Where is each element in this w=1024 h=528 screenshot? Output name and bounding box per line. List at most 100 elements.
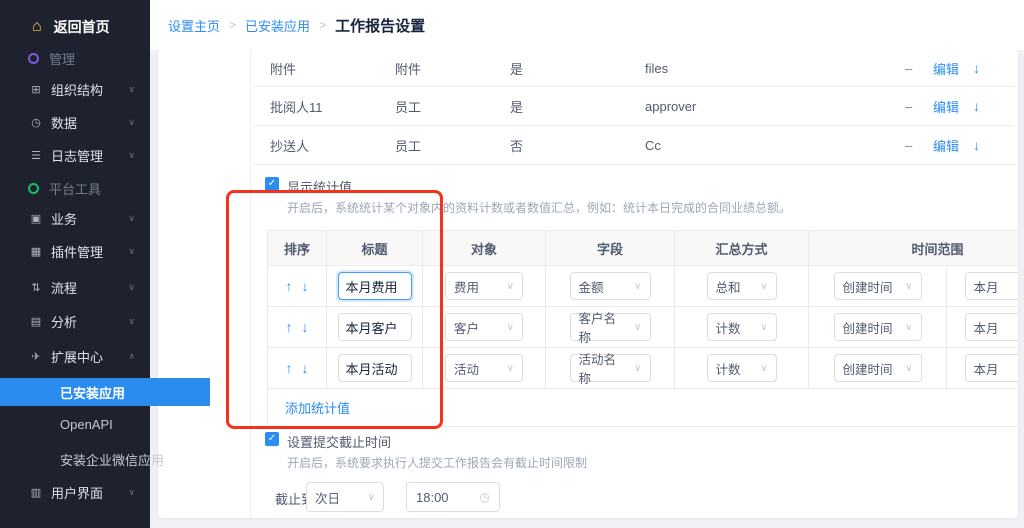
select-value: 次日 [315, 488, 340, 507]
header-summary: 汇总方式 [674, 231, 808, 265]
move-up-icon[interactable]: ↑ [286, 360, 293, 376]
sidebar-item-label: 流程 [51, 278, 77, 297]
stat-title-input[interactable] [338, 354, 412, 382]
show-stats-checkbox[interactable]: ✓ [265, 177, 279, 191]
header-sort: 排序 [268, 231, 326, 265]
stat-title-input[interactable] [338, 272, 412, 300]
sidebar-item-label: 数据 [51, 113, 77, 132]
chevron-down-icon: ∨ [507, 281, 514, 292]
field-select[interactable]: 客户名称 ∨ [570, 313, 651, 341]
stats-row: ↑ ↓ 费用 ∨ 金额 ∨ 总和 ∨ 创建时间 ∨ 本 [268, 265, 1018, 306]
chevron-down-icon: ∨ [128, 117, 135, 128]
stats-row: ↑ ↓ 活动 ∨ 活动名称 ∨ 计数 ∨ 创建时间 ∨ [268, 347, 1018, 388]
sidebar-item-plugins[interactable]: ▦ 插件管理 ∨ [0, 237, 150, 265]
field-extra: – [905, 99, 933, 114]
chevron-down-icon: ∨ [760, 281, 767, 292]
select-value: 客户名称 [579, 308, 629, 346]
sidebar-item-data[interactable]: ◷ 数据 ∨ [0, 108, 150, 136]
breadcrumb-separator: > [319, 18, 326, 32]
add-stat-link[interactable]: 添加统计值 [285, 398, 350, 417]
field-extra: – [905, 138, 933, 153]
field-required: 是 [510, 59, 645, 78]
sidebar-item-workflow[interactable]: ⇅ 流程 ∨ [0, 273, 150, 301]
header-time-range: 时间范围 [808, 231, 1018, 265]
edit-link[interactable]: 编辑 [933, 136, 973, 155]
sidebar-item-logs[interactable]: ☰ 日志管理 ∨ [0, 141, 150, 169]
object-select[interactable]: 客户 ∨ [445, 313, 523, 341]
sidebar-section-label: 管理 [49, 49, 75, 68]
move-down-icon[interactable]: ↓ [973, 98, 1008, 114]
breadcrumb-settings-home[interactable]: 设置主页 [168, 16, 220, 35]
stats-table-footer: 添加统计值 [268, 388, 1018, 426]
move-down-icon[interactable]: ↓ [302, 278, 309, 294]
select-value: 费用 [454, 277, 479, 296]
rocket-icon: ✈ [28, 350, 44, 363]
move-up-icon[interactable]: ↑ [286, 319, 293, 335]
select-value: 活动名称 [579, 349, 629, 387]
field-name: 附件 [270, 59, 395, 78]
field-required: 是 [510, 97, 645, 116]
time-range-select[interactable]: 本月 ∨ [965, 272, 1019, 300]
sidebar-item-analysis[interactable]: ▤ 分析 ∨ [0, 307, 150, 335]
sidebar: ⌂ 返回首页 管理 ⊞ 组织结构 ∨ ◷ 数据 ∨ ☰ 日志管理 ∨ 平台工具 … [0, 0, 150, 528]
time-range-select[interactable]: 本月 ∨ [965, 354, 1019, 382]
breadcrumb-installed-apps[interactable]: 已安装应用 [245, 16, 310, 35]
sidebar-section-label: 平台工具 [49, 179, 101, 198]
purple-ring-icon [28, 53, 39, 64]
deadline-description: 开启后，系统要求执行人提交工作报告会有截止时间限制 [287, 454, 587, 471]
sidebar-item-organization[interactable]: ⊞ 组织结构 ∨ [0, 75, 150, 103]
field-select[interactable]: 活动名称 ∨ [570, 354, 651, 382]
sidebar-item-extension-center[interactable]: ✈ 扩展中心 ∧ [0, 342, 150, 370]
sidebar-home-label: 返回首页 [54, 17, 110, 37]
chart-icon: ▤ [28, 315, 44, 328]
day-select[interactable]: 次日 ∨ [306, 482, 384, 512]
chevron-down-icon: ∨ [507, 363, 514, 374]
time-field-select[interactable]: 创建时间 ∨ [834, 313, 922, 341]
summary-select[interactable]: 计数 ∨ [707, 354, 777, 382]
breadcrumb: 设置主页 > 已安装应用 > 工作报告设置 [168, 0, 425, 50]
stat-title-input[interactable] [338, 313, 412, 341]
sidebar-item-home[interactable]: ⌂ 返回首页 [0, 13, 150, 41]
sidebar-item-installed-apps[interactable]: 已安装应用 [0, 378, 210, 406]
select-value: 总和 [716, 277, 741, 296]
move-down-icon[interactable]: ↓ [302, 319, 309, 335]
summary-select[interactable]: 计数 ∨ [707, 313, 777, 341]
select-value: 计数 [716, 359, 741, 378]
sidebar-section-platform-tools[interactable]: 平台工具 [0, 174, 150, 202]
move-down-icon[interactable]: ↓ [973, 60, 1008, 76]
sidebar-item-openapi[interactable]: OpenAPI [0, 410, 210, 438]
move-down-icon[interactable]: ↓ [973, 137, 1008, 153]
move-down-icon[interactable]: ↓ [302, 360, 309, 376]
field-select[interactable]: 金额 ∨ [570, 272, 651, 300]
sidebar-item-label: 插件管理 [51, 242, 103, 261]
select-value: 金额 [579, 277, 604, 296]
edit-link[interactable]: 编辑 [933, 97, 973, 116]
move-up-icon[interactable]: ↑ [286, 278, 293, 294]
chevron-down-icon: ∨ [128, 150, 135, 161]
sidebar-item-business[interactable]: ▣ 业务 ∨ [0, 204, 150, 232]
clock-icon: ◷ [28, 116, 44, 129]
summary-select[interactable]: 总和 ∨ [707, 272, 777, 300]
chevron-down-icon: ∨ [760, 322, 767, 333]
sidebar-item-user-interface[interactable]: ▥ 用户界面 ∨ [0, 478, 150, 506]
time-input[interactable]: 18:00 ◷ [406, 482, 500, 512]
sidebar-item-label: 扩展中心 [51, 347, 103, 366]
chevron-down-icon: ∨ [128, 84, 135, 95]
sidebar-item-label: 安装企业微信应用 [60, 450, 164, 469]
field-type: 附件 [395, 59, 510, 78]
chevron-down-icon: ∨ [760, 363, 767, 374]
sidebar-item-install-wechat-app[interactable]: 安装企业微信应用 [0, 445, 210, 473]
edit-link[interactable]: 编辑 [933, 59, 973, 78]
time-range-select[interactable]: 本月 ∨ [965, 313, 1019, 341]
object-select[interactable]: 活动 ∨ [445, 354, 523, 382]
object-select[interactable]: 费用 ∨ [445, 272, 523, 300]
select-value: 活动 [454, 359, 479, 378]
stats-table: 排序 标题 对象 字段 汇总方式 时间范围 ↑ ↓ 费用 ∨ 金额 ∨ [267, 230, 1018, 427]
sidebar-item-label: 分析 [51, 312, 77, 331]
select-value: 客户 [454, 318, 479, 337]
header-title: 标题 [326, 231, 422, 265]
time-field-select[interactable]: 创建时间 ∨ [834, 354, 922, 382]
deadline-checkbox[interactable]: ✓ [265, 432, 279, 446]
sidebar-section-admin[interactable]: 管理 [0, 44, 150, 72]
time-field-select[interactable]: 创建时间 ∨ [834, 272, 922, 300]
